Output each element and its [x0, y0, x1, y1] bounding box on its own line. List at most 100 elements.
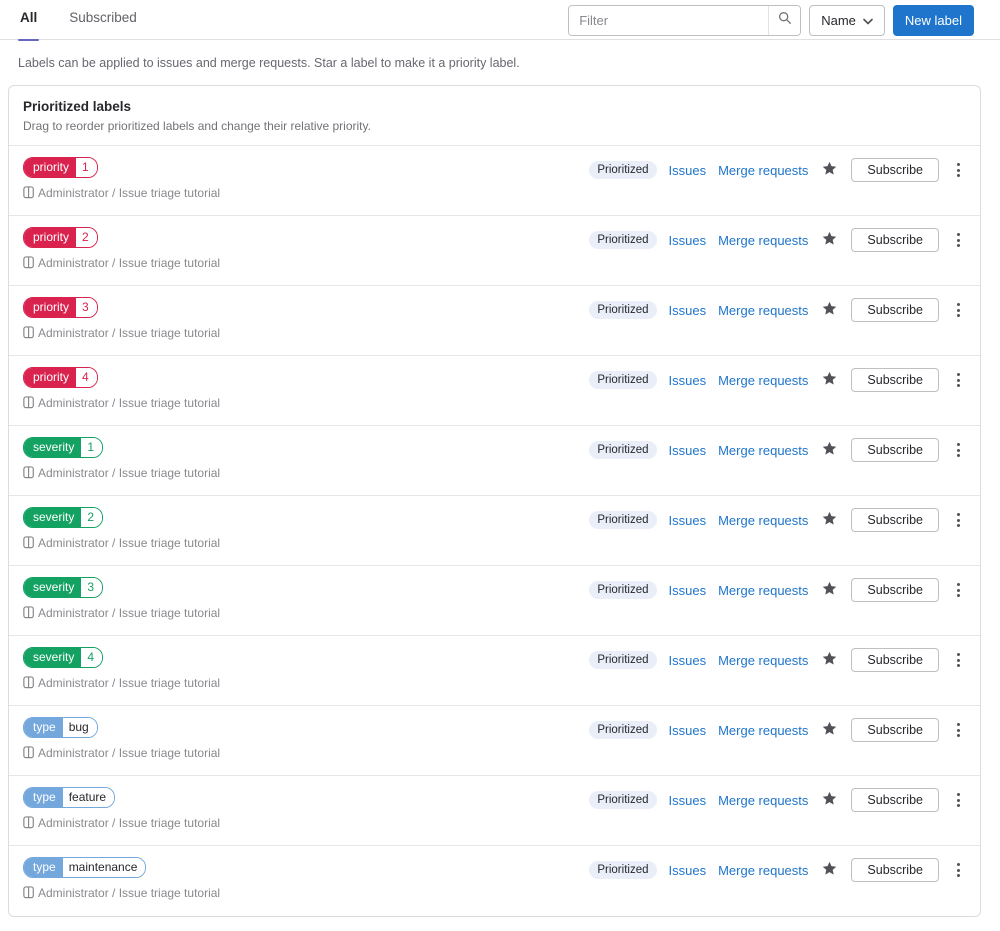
scoped-label[interactable]: priority 1 — [23, 157, 98, 178]
issues-link[interactable]: Issues — [669, 583, 707, 598]
merge-requests-link[interactable]: Merge requests — [718, 863, 808, 878]
issues-link[interactable]: Issues — [669, 443, 707, 458]
merge-requests-link[interactable]: Merge requests — [718, 583, 808, 598]
kebab-menu-icon[interactable] — [951, 790, 966, 810]
scoped-label[interactable]: severity 1 — [23, 437, 104, 458]
merge-requests-link[interactable]: Merge requests — [718, 163, 808, 178]
filter-input[interactable] — [569, 6, 769, 35]
card-title: Prioritized labels — [23, 99, 132, 114]
new-label-button[interactable]: New label — [892, 5, 974, 36]
star-button[interactable] — [820, 719, 839, 741]
scoped-label[interactable]: priority 3 — [23, 297, 98, 318]
project-path-text: Administrator / Issue triage tutorial — [38, 746, 221, 760]
star-button[interactable] — [820, 789, 839, 811]
issues-link[interactable]: Issues — [669, 513, 707, 528]
tab-all[interactable]: All — [18, 0, 40, 41]
project-path-text: Administrator / Issue triage tutorial — [38, 886, 221, 900]
project-path: Administrator / Issue triage tutorial — [23, 185, 228, 202]
subscribe-button[interactable]: Subscribe — [851, 648, 939, 672]
star-button[interactable] — [820, 369, 839, 391]
kebab-menu-icon[interactable] — [951, 440, 966, 460]
label-row: type bug Administrator / Issue triage tu… — [9, 706, 980, 776]
tab-subscribed[interactable]: Subscribed — [67, 0, 139, 40]
star-button[interactable] — [820, 439, 839, 461]
sort-dropdown[interactable]: Name — [809, 5, 885, 36]
subscribe-button[interactable]: Subscribe — [851, 368, 939, 392]
subscribe-button[interactable]: Subscribe — [851, 438, 939, 462]
issues-link[interactable]: Issues — [669, 653, 707, 668]
prioritized-badge: Prioritized — [589, 301, 657, 319]
kebab-menu-icon[interactable] — [951, 370, 966, 390]
project-icon — [23, 466, 38, 480]
label-scope-value: feature — [62, 788, 115, 807]
merge-requests-link[interactable]: Merge requests — [718, 373, 808, 388]
issues-link[interactable]: Issues — [669, 863, 707, 878]
merge-requests-link[interactable]: Merge requests — [718, 233, 808, 248]
star-button[interactable] — [820, 579, 839, 601]
star-button[interactable] — [820, 159, 839, 181]
label-scope-key: priority — [24, 228, 77, 247]
star-icon — [822, 301, 837, 319]
kebab-menu-icon[interactable] — [951, 860, 966, 880]
label-info: type maintenance Administrator / Issue t… — [23, 857, 228, 902]
project-path-text: Administrator / Issue triage tutorial — [38, 606, 221, 620]
label-actions: Prioritized Issues Merge requests Subscr… — [589, 368, 966, 392]
kebab-menu-icon[interactable] — [951, 160, 966, 180]
label-actions: Prioritized Issues Merge requests Subscr… — [589, 158, 966, 182]
kebab-menu-icon[interactable] — [951, 510, 966, 530]
scoped-label[interactable]: severity 3 — [23, 577, 104, 598]
issues-link[interactable]: Issues — [669, 723, 707, 738]
merge-requests-link[interactable]: Merge requests — [718, 653, 808, 668]
scoped-label[interactable]: type feature — [23, 787, 116, 808]
scoped-label[interactable]: severity 2 — [23, 507, 104, 528]
toolbar-controls: Name New label — [568, 0, 974, 36]
label-info: severity 1 Administrator / Issue triage … — [23, 437, 228, 482]
label-info: type bug Administrator / Issue triage tu… — [23, 717, 228, 762]
subscribe-button[interactable]: Subscribe — [851, 298, 939, 322]
kebab-menu-icon[interactable] — [951, 300, 966, 320]
star-button[interactable] — [820, 299, 839, 321]
subscribe-button[interactable]: Subscribe — [851, 508, 939, 532]
label-info: priority 2 Administrator / Issue triage … — [23, 227, 228, 272]
project-path: Administrator / Issue triage tutorial — [23, 325, 228, 342]
star-icon — [822, 441, 837, 459]
issues-link[interactable]: Issues — [669, 303, 707, 318]
merge-requests-link[interactable]: Merge requests — [718, 443, 808, 458]
issues-link[interactable]: Issues — [669, 163, 707, 178]
search-button[interactable] — [768, 6, 801, 35]
subscribe-button[interactable]: Subscribe — [851, 578, 939, 602]
label-row: priority 3 Administrator / Issue triage … — [9, 286, 980, 356]
label-row: severity 3 Administrator / Issue triage … — [9, 566, 980, 636]
subscribe-button[interactable]: Subscribe — [851, 228, 939, 252]
project-path-text: Administrator / Issue triage tutorial — [38, 816, 221, 830]
merge-requests-link[interactable]: Merge requests — [718, 303, 808, 318]
issues-link[interactable]: Issues — [669, 373, 707, 388]
kebab-menu-icon[interactable] — [951, 580, 966, 600]
kebab-menu-icon[interactable] — [951, 720, 966, 740]
star-icon — [822, 511, 837, 529]
merge-requests-link[interactable]: Merge requests — [718, 793, 808, 808]
star-button[interactable] — [820, 649, 839, 671]
labels-page: All Subscribed Name New label Labels can — [0, 0, 1000, 917]
subscribe-button[interactable]: Subscribe — [851, 158, 939, 182]
star-button[interactable] — [820, 859, 839, 881]
project-path-text: Administrator / Issue triage tutorial — [38, 326, 221, 340]
star-button[interactable] — [820, 229, 839, 251]
scoped-label[interactable]: priority 2 — [23, 227, 98, 248]
project-icon — [23, 536, 38, 550]
scoped-label[interactable]: severity 4 — [23, 647, 104, 668]
merge-requests-link[interactable]: Merge requests — [718, 723, 808, 738]
scoped-label[interactable]: type maintenance — [23, 857, 147, 878]
issues-link[interactable]: Issues — [669, 793, 707, 808]
subscribe-button[interactable]: Subscribe — [851, 788, 939, 812]
kebab-menu-icon[interactable] — [951, 230, 966, 250]
scoped-label[interactable]: priority 4 — [23, 367, 98, 388]
label-scope-key: severity — [24, 578, 82, 597]
kebab-menu-icon[interactable] — [951, 650, 966, 670]
scoped-label[interactable]: type bug — [23, 717, 98, 738]
merge-requests-link[interactable]: Merge requests — [718, 513, 808, 528]
subscribe-button[interactable]: Subscribe — [851, 858, 939, 882]
issues-link[interactable]: Issues — [669, 233, 707, 248]
subscribe-button[interactable]: Subscribe — [851, 718, 939, 742]
star-button[interactable] — [820, 509, 839, 531]
